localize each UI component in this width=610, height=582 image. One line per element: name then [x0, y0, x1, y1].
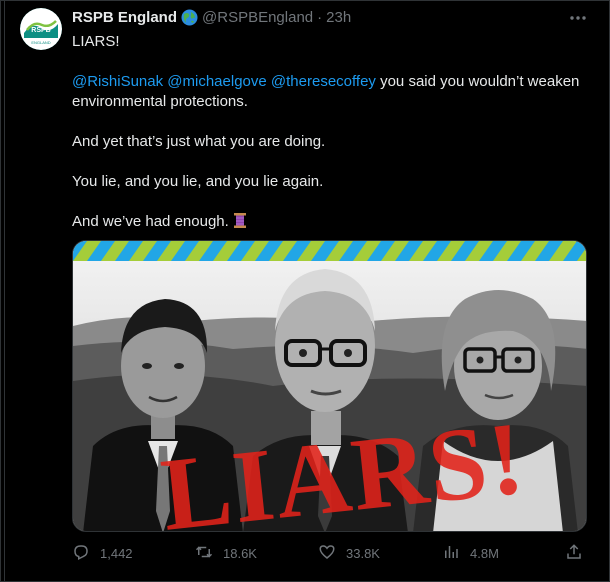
tweet-line-3: And yet that’s just what you are doing.: [72, 133, 326, 150]
tweet-media-image[interactable]: LIARS!: [72, 240, 587, 532]
retweet-count: 18.6K: [223, 545, 257, 561]
retweet-icon: [195, 543, 223, 564]
views-button[interactable]: 4.8M: [442, 540, 499, 566]
tweet-header: RSPB England @RSPBEngland · 23h: [72, 7, 351, 27]
tweet-line-2: @RishiSunak @michaelgove @theresecoffey …: [72, 72, 582, 112]
spool-icon: [233, 212, 247, 229]
retweet-button[interactable]: 18.6K: [195, 540, 257, 566]
tweet-line-5: And we’ve had enough.: [72, 212, 582, 232]
handle[interactable]: @RSPBEngland: [202, 9, 313, 26]
tweet-line-4: You lie, and you lie, and you lie again.: [72, 173, 324, 190]
column-divider: [4, 0, 5, 582]
avatar[interactable]: RSPB ENGLAND: [20, 8, 62, 50]
tweet-actions: 1,442 18.6K 33.8K 4.8M: [72, 540, 587, 566]
reply-count: 1,442: [100, 545, 133, 561]
mention-rishisunak[interactable]: @RishiSunak: [72, 73, 163, 90]
globe-icon: [181, 9, 198, 26]
separator-dot: ·: [317, 8, 323, 26]
share-button[interactable]: [565, 540, 593, 566]
views-count: 4.8M: [470, 545, 499, 561]
like-count: 33.8K: [346, 545, 380, 561]
avatar-logo-text: RSPB: [31, 27, 50, 34]
views-icon: [442, 543, 470, 564]
more-icon[interactable]: [568, 8, 588, 28]
like-icon: [318, 543, 346, 564]
mention-theresecoffey[interactable]: @theresecoffey: [271, 73, 376, 90]
tweet-text: LIARS! @RishiSunak @michaelgove @therese…: [72, 32, 582, 252]
avatar-sub-text: ENGLAND: [31, 40, 50, 45]
tweet-line-1: LIARS!: [72, 33, 120, 50]
mention-michaelgove[interactable]: @michaelgove: [167, 73, 266, 90]
reply-button[interactable]: 1,442: [72, 540, 133, 566]
like-button[interactable]: 33.8K: [318, 540, 380, 566]
share-icon: [565, 543, 593, 564]
display-name[interactable]: RSPB England: [72, 9, 177, 26]
timestamp[interactable]: 23h: [326, 9, 351, 26]
tweet-line-5-text: And we’ve had enough.: [72, 213, 229, 230]
reply-icon: [72, 543, 100, 564]
